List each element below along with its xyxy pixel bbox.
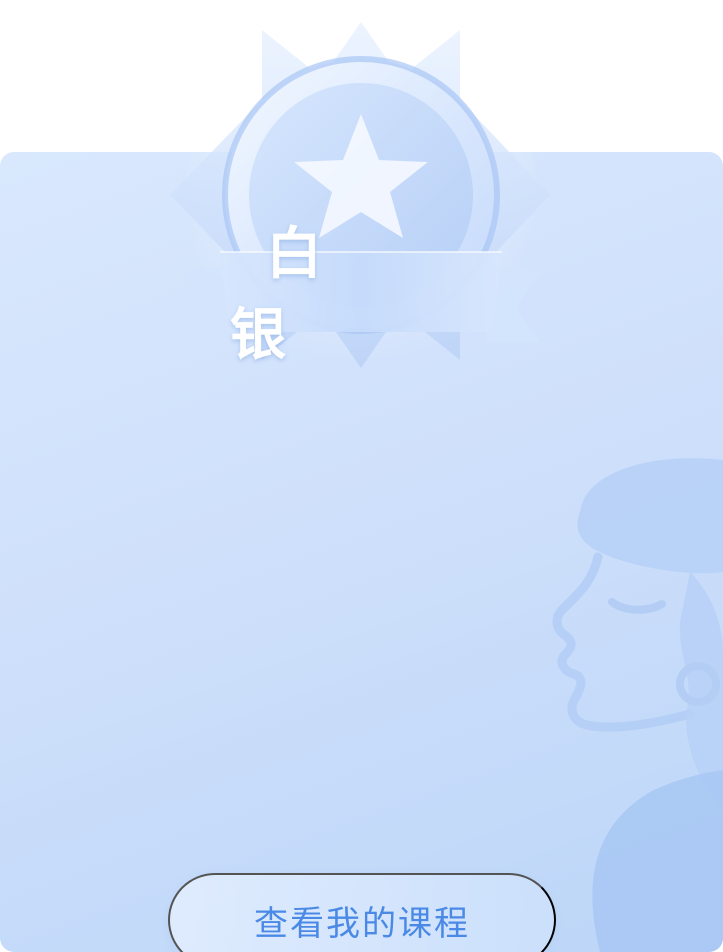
view-my-courses-label: 查看我的课程 (254, 903, 470, 944)
view-my-courses-button[interactable]: 查看我的课程 (168, 873, 556, 952)
woman-profile-illustration (552, 458, 723, 952)
badge-level-label: 白 银 (230, 222, 358, 368)
